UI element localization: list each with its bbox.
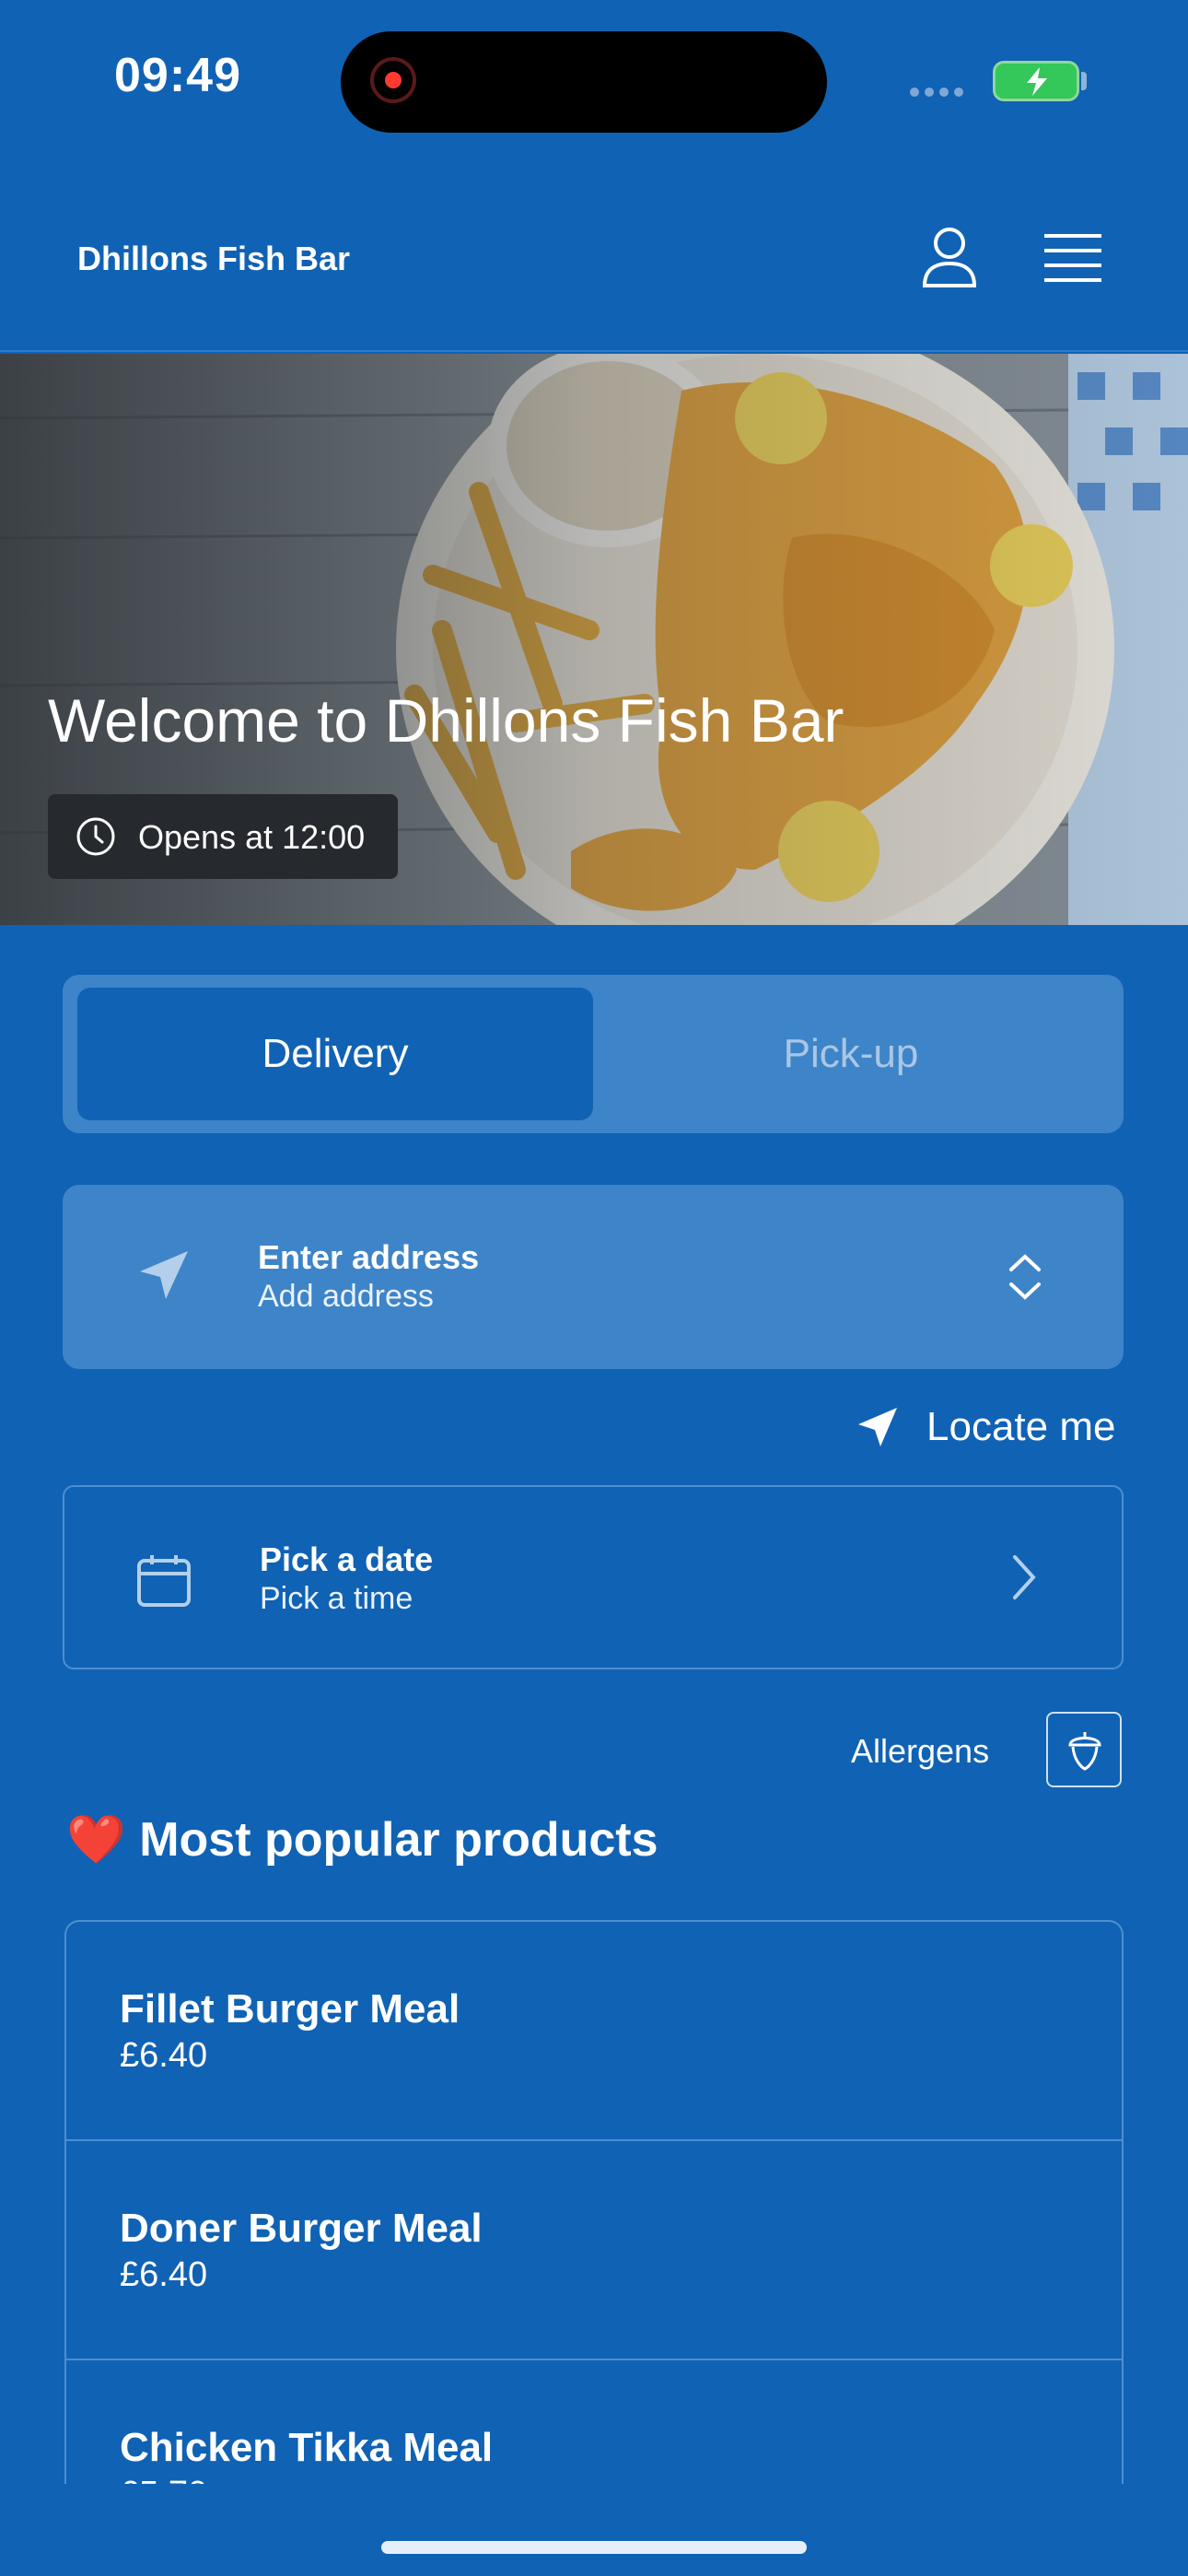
home-indicator[interactable] xyxy=(381,2541,807,2554)
account-icon[interactable] xyxy=(917,225,982,289)
product-name: Chicken Tikka Meal xyxy=(120,2425,494,2470)
address-selector[interactable] xyxy=(63,1185,1124,1369)
pick-time-label: Pick a time xyxy=(260,1581,413,1616)
chevron-right-icon xyxy=(1007,1551,1041,1603)
status-time: 09:49 xyxy=(114,49,241,102)
calendar-icon xyxy=(134,1551,193,1610)
battery-cap xyxy=(1081,72,1087,90)
pick-date-label: Pick a date xyxy=(260,1540,434,1578)
product-name: Doner Burger Meal xyxy=(120,2206,483,2251)
address-label: Enter address xyxy=(258,1238,480,1276)
clock-icon xyxy=(76,816,116,857)
opening-hours-text: Opens at 12:00 xyxy=(138,818,366,856)
battery-icon xyxy=(993,61,1079,101)
brand-name[interactable]: Dhillons Fish Bar xyxy=(77,240,350,278)
recording-indicator-icon xyxy=(370,57,416,103)
tab-delivery[interactable]: Delivery xyxy=(77,988,593,1120)
address-value: Add address xyxy=(258,1279,434,1314)
list-item[interactable]: Chicken Tikka Meal £5.70 xyxy=(66,2360,1122,2484)
product-price: £5.70 xyxy=(120,2475,207,2484)
heart-icon: ❤️ xyxy=(66,1813,126,1867)
acorn-icon xyxy=(1066,1730,1103,1771)
product-price: £6.40 xyxy=(120,2255,208,2294)
chevron-up-down-icon xyxy=(1004,1247,1046,1306)
locate-me-label: Locate me xyxy=(926,1404,1116,1449)
popular-products-title-text: Most popular products xyxy=(139,1813,658,1867)
product-name: Fillet Burger Meal xyxy=(120,1986,460,2032)
popular-products-title: ❤️ Most popular products xyxy=(66,1811,658,1868)
list-item[interactable]: Doner Burger Meal £6.40 xyxy=(66,2141,1122,2360)
list-item[interactable]: Fillet Burger Meal £6.40 xyxy=(66,1922,1122,2141)
popular-products-list: Fillet Burger Meal £6.40 Doner Burger Me… xyxy=(64,1920,1124,2484)
location-arrow-icon xyxy=(136,1247,192,1303)
menu-icon[interactable] xyxy=(1042,230,1103,286)
locate-arrow-icon xyxy=(856,1406,899,1448)
allergens-label[interactable]: Allergens xyxy=(851,1732,989,1771)
cellular-signal-icon xyxy=(910,85,971,97)
welcome-title: Welcome to Dhillons Fish Bar xyxy=(48,686,844,755)
tab-pickup[interactable]: Pick-up xyxy=(593,988,1109,1120)
product-price: £6.40 xyxy=(120,2036,208,2075)
date-time-picker[interactable] xyxy=(63,1485,1124,1669)
